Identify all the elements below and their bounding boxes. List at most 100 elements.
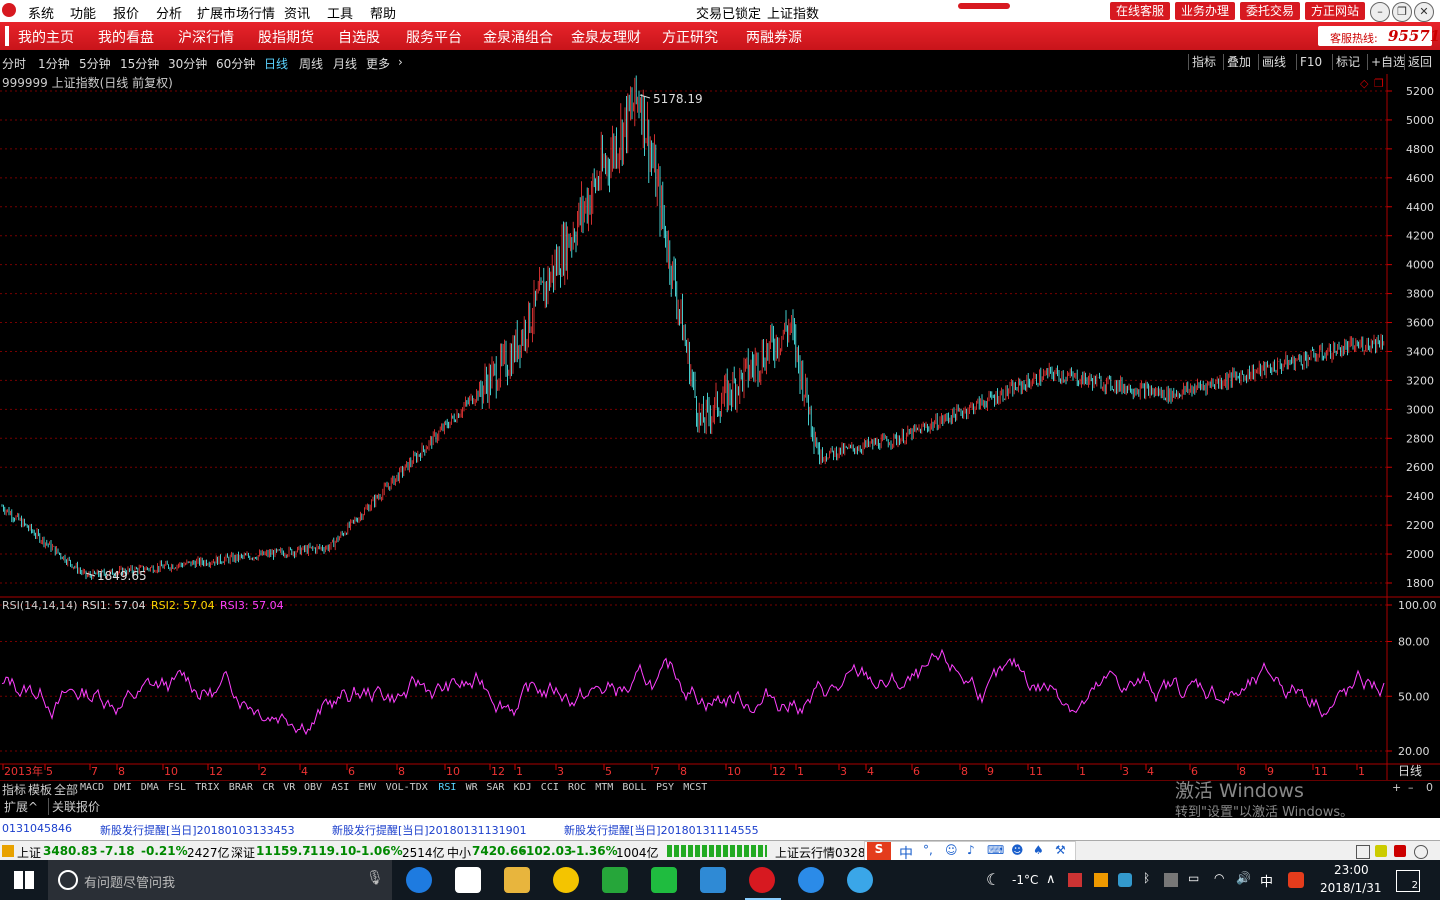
ticker-item[interactable]: 新股发行提醒[当日]20180131131901	[332, 822, 527, 838]
skin-icon[interactable]: ♠	[1033, 843, 1044, 857]
zoom-in-icon[interactable]: +	[1392, 781, 1401, 794]
edge-browser-icon[interactable]	[406, 867, 432, 893]
tool-f10[interactable]: F10	[1296, 54, 1325, 70]
minimize-icon[interactable]: –	[1370, 2, 1390, 22]
restore-icon[interactable]: ❐	[1392, 2, 1412, 22]
online-service-button[interactable]: 在线客服	[1110, 2, 1170, 20]
period-intraday[interactable]: 分时	[2, 55, 26, 72]
menu-function[interactable]: 功能	[70, 3, 96, 22]
ime-indicator[interactable]: 中	[1260, 871, 1273, 890]
indicator-tab-obv[interactable]: OBV	[304, 782, 322, 793]
menu-news[interactable]: 资讯	[284, 3, 310, 22]
period-1min[interactable]: 1分钟	[38, 55, 70, 72]
business-button[interactable]: 业务办理	[1175, 2, 1235, 20]
settings-icon[interactable]	[1414, 845, 1428, 859]
mic-icon[interactable]: ♪	[967, 843, 975, 857]
battery-icon[interactable]: ▭	[1188, 871, 1199, 885]
indicator-tab-psy[interactable]: PSY	[656, 782, 674, 793]
tool-indicator[interactable]: 指标	[1188, 54, 1219, 70]
tray-chevron-icon[interactable]: ∧	[1046, 872, 1056, 887]
founder-app-icon[interactable]	[749, 867, 775, 893]
nav-wealth[interactable]: 金泉友理财	[571, 27, 641, 47]
zoom-out-icon[interactable]: –	[1408, 781, 1414, 794]
indicator-tab-dma[interactable]: DMA	[141, 782, 159, 793]
indicator-tab-mtm[interactable]: MTM	[595, 782, 613, 793]
tool-mark[interactable]: 标记	[1332, 54, 1363, 70]
indicator-tab-macd[interactable]: MACD	[80, 782, 104, 793]
wifi-icon[interactable]: ◠	[1214, 871, 1224, 885]
keyboard-icon[interactable]: ⌨	[987, 843, 1004, 857]
user-icon[interactable]: ☻	[1011, 843, 1024, 857]
clock-date[interactable]: 2018/1/31	[1320, 881, 1382, 895]
period-daily[interactable]: 日线	[264, 55, 288, 72]
indicator-tab-kdj[interactable]: KDJ	[514, 782, 532, 793]
punctuation-icon[interactable]: °,	[923, 843, 933, 857]
alert-icon[interactable]	[1394, 845, 1406, 857]
nav-research[interactable]: 方正研究	[662, 27, 718, 47]
trade-button[interactable]: 委托交易	[1240, 2, 1300, 20]
browser-globe-icon[interactable]	[847, 867, 873, 893]
nav-service[interactable]: 服务平台	[406, 27, 462, 47]
green-app-icon[interactable]	[602, 867, 628, 893]
tray-app-icon[interactable]	[1094, 873, 1108, 887]
nav-portfolio[interactable]: 金泉涌组合	[483, 27, 553, 47]
status-icon[interactable]	[2, 845, 14, 857]
media-player-icon[interactable]	[553, 867, 579, 893]
indicator-tab-roc[interactable]: ROC	[568, 782, 586, 793]
tray-app-icon[interactable]	[1164, 873, 1178, 887]
store-icon[interactable]	[455, 867, 481, 893]
nav-home[interactable]: 我的主页	[18, 27, 74, 47]
indicator-tab-指标[interactable]: 指标	[2, 781, 26, 798]
ext-tab-related[interactable]: 关联报价	[48, 798, 100, 815]
menu-quote[interactable]: 报价	[113, 3, 139, 22]
menu-analysis[interactable]: 分析	[156, 3, 182, 22]
indicator-tab-fsl[interactable]: FSL	[168, 782, 186, 793]
ticker-item[interactable]: 新股发行提醒[当日]20180131114555	[564, 822, 759, 838]
menu-ext-market[interactable]: 扩展市场行情	[197, 3, 275, 22]
coin-icon[interactable]	[1375, 845, 1387, 857]
indicator-tab-rsi[interactable]: RSI	[438, 782, 456, 793]
indicator-tab-cci[interactable]: CCI	[541, 782, 559, 793]
indicator-tab-emv[interactable]: EMV	[358, 782, 376, 793]
layout-icon[interactable]	[1356, 845, 1370, 859]
period-weekly[interactable]: 周线	[299, 55, 323, 72]
indicator-tab-模板[interactable]: 模板	[28, 781, 52, 798]
tool-add-favorite[interactable]: +自选	[1367, 54, 1408, 70]
diamond-icon[interactable]: ◇	[1360, 77, 1369, 90]
menu-system[interactable]: 系统	[28, 3, 54, 22]
emoji-icon[interactable]: ☺	[945, 843, 958, 857]
slider-handle[interactable]	[958, 3, 1010, 9]
file-explorer-icon[interactable]	[504, 867, 530, 893]
period-15min[interactable]: 15分钟	[120, 55, 159, 72]
notification-icon[interactable]: 2	[1396, 870, 1420, 892]
volume-icon[interactable]: 🔊	[1236, 871, 1251, 885]
indicator-tab-mcst[interactable]: MCST	[683, 782, 707, 793]
bluetooth-icon[interactable]: ᛒ	[1143, 871, 1150, 885]
indicator-tab-vr[interactable]: VR	[283, 782, 295, 793]
chart-canvas[interactable]: 5200 5000 4800 4600 4400 4200 4000 3800 3600 3400…	[0, 74, 1440, 780]
ticker-item[interactable]: 新股发行提醒[当日]20180103133453	[100, 822, 295, 838]
period-more[interactable]: 更多	[366, 55, 390, 72]
indicator-tab-sar[interactable]: SAR	[486, 782, 504, 793]
nav-margin[interactable]: 两融券源	[746, 27, 802, 47]
tray-app-icon[interactable]	[1068, 873, 1082, 887]
indicator-tab-cr[interactable]: CR	[262, 782, 274, 793]
indicator-tab-wr[interactable]: WR	[466, 782, 478, 793]
ie-browser-icon[interactable]	[798, 867, 824, 893]
tool-overlay[interactable]: 叠加	[1223, 54, 1254, 70]
clock-time[interactable]: 23:00	[1334, 863, 1369, 877]
microphone-icon[interactable]: 🎙	[366, 870, 384, 886]
indicator-tab-asi[interactable]: ASI	[331, 782, 349, 793]
sogou-tray-icon[interactable]	[1288, 872, 1304, 888]
menu-help[interactable]: 帮助	[370, 3, 396, 22]
period-60min[interactable]: 60分钟	[216, 55, 255, 72]
tool-back[interactable]: 返回	[1404, 54, 1435, 70]
indicator-tab-vol-tdx[interactable]: VOL-TDX	[386, 782, 428, 793]
period-monthly[interactable]: 月线	[333, 55, 357, 72]
period-30min[interactable]: 30分钟	[168, 55, 207, 72]
cortana-search[interactable]: 有问题尽管问我 🎙	[48, 860, 392, 900]
nav-watch[interactable]: 我的看盘	[98, 27, 154, 47]
video-player-icon[interactable]	[700, 867, 726, 893]
tray-shield-icon[interactable]	[1118, 873, 1132, 887]
website-button[interactable]: 方正网站	[1305, 2, 1365, 20]
